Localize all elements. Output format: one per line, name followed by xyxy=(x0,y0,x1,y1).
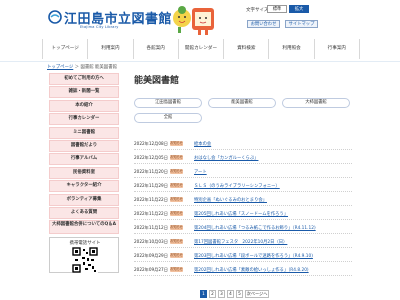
sidebar-item-newsletter[interactable]: 図書館だより xyxy=(49,139,119,152)
page-2-button[interactable]: 2 xyxy=(209,290,216,298)
news-category-badge: お知らせ xyxy=(170,141,183,146)
news-category-badge: お知らせ xyxy=(170,211,183,216)
filter-all-button[interactable]: 全館 xyxy=(134,113,202,123)
news-title-link[interactable]: アート xyxy=(194,169,207,175)
mobile-site-box: 携帯電話サイト xyxy=(49,237,119,274)
news-row: 2022年10月03日 お知らせ 第17回図書館フェスタ 2022年10月2日（… xyxy=(134,236,352,248)
news-title-link[interactable]: ＳＬＳ（のうみライブラリーシンフォニー） xyxy=(194,183,280,189)
text-size-standard-button[interactable]: 標準 xyxy=(267,5,287,13)
news-date: 2022年12月05日 xyxy=(134,155,168,160)
filter-etajima-button[interactable]: 江田島図書館 xyxy=(134,98,202,108)
nav-item-calendar[interactable]: 開館カレンダー xyxy=(179,39,225,59)
sitemap-button[interactable]: サイトマップ xyxy=(285,20,318,28)
news-row: 2022年09月29日 お知らせ 第203回しれあい広場「段ボールで迷路を作ろう… xyxy=(134,250,352,262)
sidebar-item-characters[interactable]: キャラクター紹介 xyxy=(49,180,119,193)
news-category-badge: お知らせ xyxy=(170,197,183,202)
filter-nomi-button[interactable]: 能美図書館 xyxy=(208,98,276,108)
nav-item-top[interactable]: トップページ xyxy=(43,39,89,59)
breadcrumb-current: 図書館 能美図書館 xyxy=(80,65,117,70)
sidebar-item-volunteers[interactable]: ボランティア募集 xyxy=(49,193,119,206)
sidebar-item-faq[interactable]: よくある質問 xyxy=(49,206,119,219)
news-title-link[interactable]: 絵本の会 xyxy=(194,141,211,147)
news-row: 2022年12月05日 お知らせ おはなし会「カンガルーくらぶ」 xyxy=(134,152,352,164)
filter-ogaki-button[interactable]: 大柿図書館 xyxy=(282,98,350,108)
contact-button[interactable]: お問い合わせ xyxy=(247,20,280,28)
next-page-button[interactable]: 次ページへ xyxy=(245,290,269,298)
sidebar-item-magazines[interactable]: 雑誌・新聞一覧 xyxy=(49,86,119,99)
news-date: 2022年11月12日 xyxy=(134,225,168,230)
news-title-link[interactable]: 第205回しれあい広場「スノードームを作ろう」 xyxy=(194,211,288,217)
sidebar: 初めてご利用の方へ 雑誌・新聞一覧 本の紹介 行事カレンダー ミニ図書館 図書館… xyxy=(49,73,119,274)
news-row: 2022年11月29日 お知らせ ＳＬＳ（のうみライブラリーシンフォニー） xyxy=(134,180,352,192)
news-title-link[interactable]: 第203回しれあい広場「段ボールで迷路を作ろう」（R4.9.10) xyxy=(194,253,313,259)
news-row: 2022年11月22日 お知らせ 特別企画「ぬいぐるみのおとまり会」 xyxy=(134,194,352,206)
page-1-button[interactable]: 1 xyxy=(200,290,207,298)
nav-divider xyxy=(0,61,400,62)
news-category-badge: お知らせ xyxy=(170,239,183,244)
news-row: 2022年09月27日 お知らせ 第202回しれあい広場「素敵の絵いっしょ作る」… xyxy=(134,264,352,276)
page-3-button[interactable]: 3 xyxy=(218,290,225,298)
qr-code-icon xyxy=(72,247,98,274)
news-category-badge: お知らせ xyxy=(170,253,183,258)
page-title: 能美図書館 xyxy=(134,76,180,86)
page-5-button[interactable]: 5 xyxy=(236,290,243,298)
news-category-badge: お知らせ xyxy=(170,183,183,188)
text-size-large-button[interactable]: 拡大 xyxy=(289,5,309,13)
news-row: 2022年11月12日 お知らせ 第204回しれあい広場「つるみ紙こで作るお飾り… xyxy=(134,222,352,234)
sidebar-item-mini-library[interactable]: ミニ図書館 xyxy=(49,126,119,139)
news-date: 2022年12月08日 xyxy=(134,141,168,146)
nav-item-branches[interactable]: 各館案内 xyxy=(134,39,179,59)
news-title-link[interactable]: おはなし会「カンガルーくらぶ」 xyxy=(194,155,258,161)
nav-item-catalog-search[interactable]: 資料検索 xyxy=(224,39,270,59)
sidebar-item-first-time[interactable]: 初めてご利用の方へ xyxy=(49,73,119,85)
news-row: 2022年11月20日 お知らせ アート xyxy=(134,166,352,178)
news-date: 2022年11月22日 xyxy=(134,211,168,216)
news-date: 2022年11月22日 xyxy=(134,197,168,202)
news-title-link[interactable]: 第17回図書館フェスタ 2022年10月2日（日） xyxy=(194,239,287,245)
news-date: 2022年09月29日 xyxy=(134,253,168,258)
news-row: 2022年12月08日 お知らせ 絵本の会 xyxy=(134,138,352,150)
news-row: 2022年11月22日 お知らせ 第205回しれあい広場「スノードームを作ろう」 xyxy=(134,208,352,220)
sidebar-item-merger-qa[interactable]: 大柿図書館合併についてのQ＆A xyxy=(49,220,119,235)
news-date: 2022年10月03日 xyxy=(134,239,168,244)
sidebar-item-event-calendar[interactable]: 行事カレンダー xyxy=(49,113,119,126)
global-nav: トップページ 利用案内 各館案内 開館カレンダー 資料検索 利用照会 行事案内 xyxy=(42,39,360,59)
news-title-link[interactable]: 特別企画「ぬいぐるみのおとまり会」 xyxy=(194,197,267,203)
nav-item-events[interactable]: 行事案内 xyxy=(315,39,360,59)
mascot-characters-illustration xyxy=(173,6,214,35)
news-category-badge: お知らせ xyxy=(170,155,183,160)
breadcrumb: トップページ ＞ 図書館 能美図書館 xyxy=(47,64,117,70)
sidebar-item-event-album[interactable]: 行事アルバム xyxy=(49,153,119,166)
page-4-button[interactable]: 4 xyxy=(227,290,234,298)
breadcrumb-home-link[interactable]: トップページ xyxy=(47,65,73,70)
pagination: 1 2 3 4 5 次ページへ xyxy=(200,290,269,298)
nav-item-account[interactable]: 利用照会 xyxy=(269,39,315,59)
news-category-badge: お知らせ xyxy=(170,169,183,174)
sidebar-item-book-intro[interactable]: 本の紹介 xyxy=(49,99,119,112)
library-logo-icon[interactable] xyxy=(48,10,62,24)
news-title-link[interactable]: 第204回しれあい広場「つるみ紙こで作るお飾り」（R4.11.12) xyxy=(194,225,316,231)
nav-item-usage-guide[interactable]: 利用案内 xyxy=(88,39,134,59)
news-category-badge: お知らせ xyxy=(170,267,183,272)
news-date: 2022年11月29日 xyxy=(134,183,168,188)
mobile-site-label: 携帯電話サイト xyxy=(69,241,101,247)
text-size-label: 文字サイズ xyxy=(246,8,269,13)
news-title-link[interactable]: 第202回しれあい広場「素敵の絵いっしょ作る」（R4.8.20) xyxy=(194,267,309,273)
site-subtitle: Etajima City Library xyxy=(80,25,119,29)
site-header: 江田島市立図書館 Etajima City Library 文字サイズ 標準 拡… xyxy=(0,0,400,36)
news-category-badge: お知らせ xyxy=(170,225,183,230)
news-date: 2022年09月27日 xyxy=(134,267,168,272)
news-date: 2022年11月20日 xyxy=(134,169,168,174)
sidebar-item-folk-museum[interactable]: 民俗資料室 xyxy=(49,166,119,179)
